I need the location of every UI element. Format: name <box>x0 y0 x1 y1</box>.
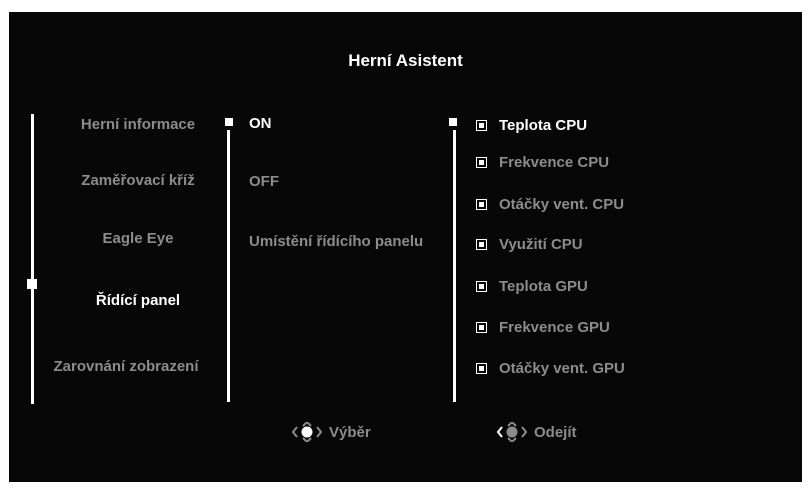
select-hint: Výběr <box>291 421 371 443</box>
metric-row[interactable]: Využití CPU <box>476 234 583 254</box>
option-dashboard-position[interactable]: Umístění řídícího panelu <box>249 232 439 252</box>
metrics-scroll-line <box>453 130 456 402</box>
metric-row[interactable]: Frekvence GPU <box>476 317 610 337</box>
metric-row[interactable]: Otáčky vent. CPU <box>476 194 624 214</box>
joystick-icon <box>291 422 323 442</box>
panel-title: Herní Asistent <box>348 51 463 70</box>
checkbox-icon <box>476 280 487 292</box>
osd-panel: Herní Asistent Herní informace Zaměřovac… <box>9 12 802 482</box>
metric-row[interactable]: Frekvence CPU <box>476 152 609 172</box>
checkbox-icon <box>476 362 487 374</box>
metric-row[interactable]: Teplota GPU <box>476 276 588 296</box>
metric-row[interactable]: Teplota CPU <box>476 115 587 135</box>
checkbox-icon <box>476 156 487 168</box>
option-off[interactable]: OFF <box>249 172 439 192</box>
options-scroll-line <box>227 130 230 402</box>
menu-item-eagle-eye[interactable]: Eagle Eye <box>47 229 229 249</box>
menu-item-zarovnani-zobrazeni[interactable]: Zarovnání zobrazení <box>41 357 211 377</box>
checkbox-icon <box>476 198 487 210</box>
checkbox-icon <box>476 119 487 131</box>
option-selection-marker <box>225 118 233 126</box>
metric-row[interactable]: Otáčky vent. GPU <box>476 358 625 378</box>
checkbox-icon <box>476 321 487 333</box>
menu-item-herni-informace[interactable]: Herní informace <box>47 115 229 135</box>
menu-item-ridici-panel[interactable]: Řídící panel <box>47 291 229 311</box>
menu-scroll-line <box>31 114 34 404</box>
exit-hint: Odejít <box>496 421 577 443</box>
checkbox-icon <box>476 238 487 250</box>
metrics-selection-marker <box>449 118 457 126</box>
menu-item-zamerovaci-kriz[interactable]: Zaměřovací kříž <box>47 171 229 191</box>
option-on[interactable]: ON <box>249 114 439 134</box>
joystick-icon <box>496 422 528 442</box>
menu-selection-marker <box>27 279 37 289</box>
